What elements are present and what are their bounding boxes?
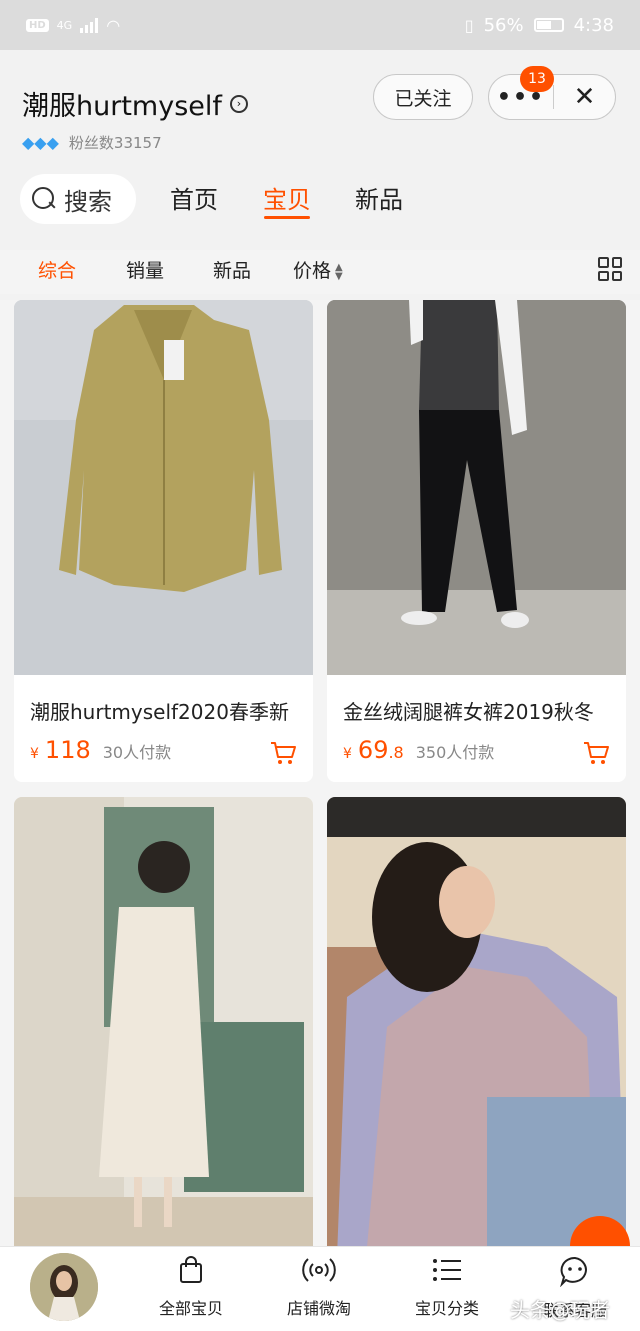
- product-image: [14, 300, 313, 675]
- product-title: 金丝绒阔腿裤女裤2019秋冬: [343, 700, 594, 724]
- product-card[interactable]: [14, 797, 313, 1257]
- cart-icon[interactable]: [269, 740, 297, 766]
- search-icon: [32, 187, 56, 211]
- network-type: 4G: [56, 18, 73, 32]
- product-image: [14, 797, 313, 1257]
- sort-price[interactable]: 价格 ▲ ▼: [293, 256, 343, 283]
- clock: 4:38: [573, 14, 614, 36]
- sold-count: 350人付款: [415, 743, 495, 762]
- currency-symbol: ¥: [343, 746, 352, 762]
- vibrate-icon: ▯: [464, 15, 474, 35]
- nav-all-items-label: 全部宝贝: [158, 1299, 223, 1318]
- sort-comprehensive[interactable]: 综合: [38, 256, 76, 283]
- fans-count: 粉丝数33157: [68, 134, 162, 152]
- nav-shop-feed-label: 店铺微淘: [286, 1299, 351, 1318]
- tab-home[interactable]: 首页: [170, 180, 218, 215]
- nav-categories-label: 宝贝分类: [414, 1299, 479, 1318]
- price: 118: [44, 736, 91, 764]
- search-button[interactable]: 搜索: [20, 174, 136, 224]
- price-row: ¥ 69.8 350人付款: [343, 736, 494, 764]
- tab-new[interactable]: 新品: [355, 180, 403, 215]
- nav-all-items[interactable]: 全部宝贝: [136, 1255, 246, 1319]
- shop-name-row[interactable]: 潮服hurtmyself ›: [22, 84, 248, 123]
- price-row: ¥ 118 30人付款: [30, 736, 171, 764]
- shopping-bag-icon: [180, 1256, 202, 1283]
- product-card[interactable]: 潮服hurtmyself2020春季新 ¥ 118 30人付款: [14, 300, 313, 782]
- sort-newest[interactable]: 新品: [213, 256, 251, 283]
- nav-categories[interactable]: 宝贝分类: [392, 1255, 502, 1319]
- notification-badge: 13: [520, 66, 554, 92]
- follow-button[interactable]: 已关注: [373, 74, 473, 120]
- sold-count: 30人付款: [102, 743, 172, 762]
- wifi-icon: ◠: [106, 15, 121, 35]
- hd-icon: HD: [26, 18, 49, 32]
- price: 69.8: [358, 736, 404, 764]
- cart-icon[interactable]: [582, 740, 610, 766]
- diamond-rating-icon: ◆◆◆: [22, 133, 59, 152]
- status-bar: HD 4G ◠ ▯ 56% 4:38: [0, 0, 640, 50]
- product-card[interactable]: [327, 797, 626, 1257]
- shop-meta: ◆◆◆ 粉丝数33157: [22, 132, 162, 153]
- currency-symbol: ¥: [30, 746, 39, 762]
- sort-sales[interactable]: 销量: [126, 256, 164, 283]
- close-icon: ✕: [573, 82, 596, 112]
- product-card[interactable]: 金丝绒阔腿裤女裤2019秋冬 ¥ 69.8 350人付款: [327, 300, 626, 782]
- shop-avatar[interactable]: [30, 1253, 98, 1321]
- product-image: [327, 797, 626, 1257]
- shop-name: 潮服hurtmyself: [22, 91, 222, 122]
- watermark: 头条@玩者: [510, 1298, 610, 1322]
- signal-icon: [80, 17, 99, 33]
- tab-items[interactable]: 宝贝: [263, 180, 311, 215]
- close-button[interactable]: ✕: [554, 75, 615, 119]
- nav-shop-feed[interactable]: 店铺微淘: [264, 1255, 374, 1319]
- active-tab-indicator: [264, 216, 310, 219]
- chevron-right-icon: ›: [229, 94, 248, 113]
- battery-percent: 56%: [483, 14, 524, 36]
- price-integer: 69: [357, 736, 389, 764]
- avatar-image: [30, 1253, 98, 1321]
- product-image: [327, 300, 626, 675]
- product-title: 潮服hurtmyself2020春季新: [30, 700, 289, 724]
- battery-icon: [533, 18, 564, 32]
- sort-price-label: 价格: [293, 260, 332, 282]
- broadcast-icon: [302, 1258, 336, 1282]
- search-label: 搜索: [64, 187, 112, 216]
- price-decimal: .8: [388, 743, 404, 762]
- grid-view-icon[interactable]: [598, 257, 622, 281]
- chat-face-icon: [560, 1256, 587, 1287]
- list-icon: [433, 1259, 461, 1281]
- sort-updown-icon: ▲ ▼: [335, 261, 343, 282]
